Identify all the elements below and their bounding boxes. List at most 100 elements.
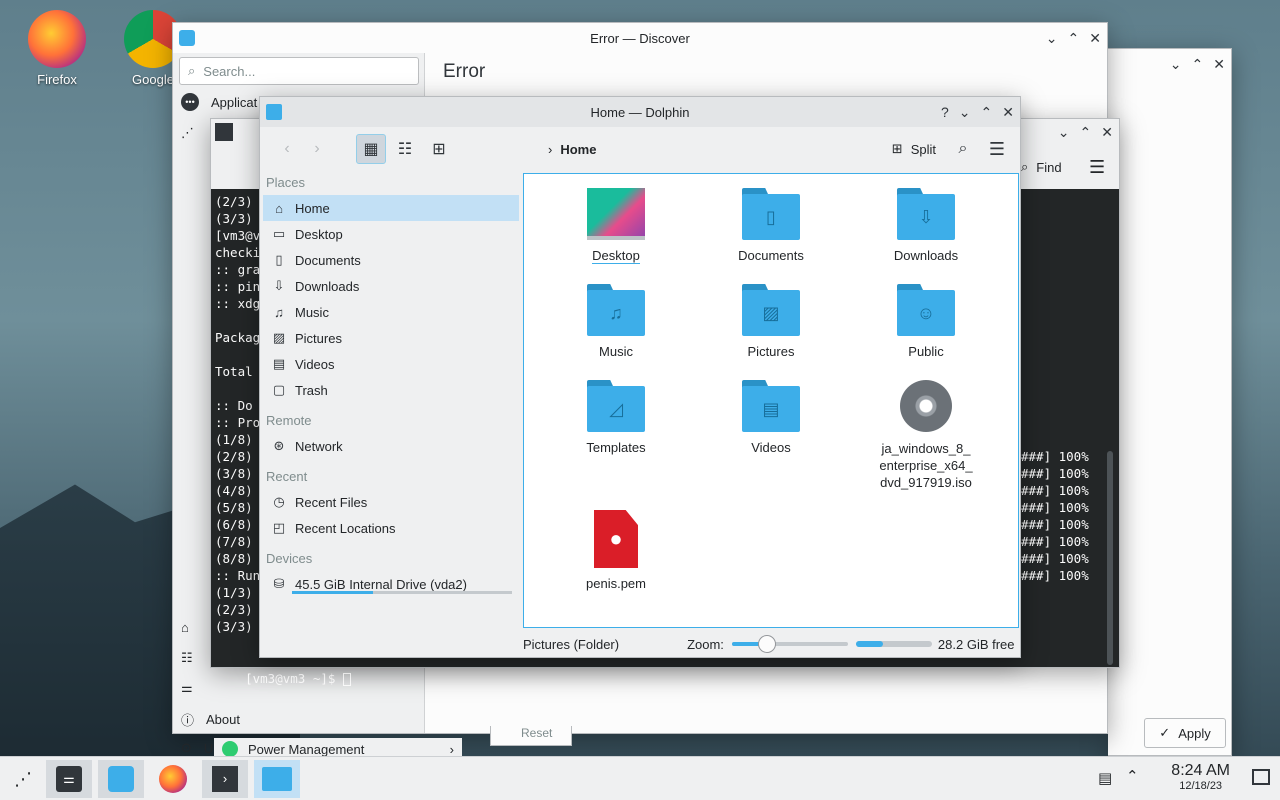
- zoom-slider-handle[interactable]: [757, 635, 776, 653]
- status-text: Pictures (Folder): [523, 636, 620, 652]
- file-item[interactable]: Desktop: [546, 188, 686, 264]
- folder-icon: [262, 767, 292, 791]
- file-item[interactable]: ♫ Music: [546, 284, 686, 359]
- trash-icon: ▢: [272, 382, 286, 397]
- file-item[interactable]: ⇩ Downloads: [856, 188, 996, 263]
- desktop-icon-label: Firefox: [37, 72, 77, 87]
- disc-image-icon: [900, 380, 952, 432]
- task-firefox[interactable]: [150, 760, 196, 798]
- place-item-desktop[interactable]: ▭ Desktop: [263, 221, 519, 247]
- file-item[interactable]: ☺ Public: [856, 284, 996, 359]
- app-launcher-button[interactable]: ⋰: [0, 760, 46, 798]
- clock[interactable]: 8:24 AM 12/18/23: [1171, 762, 1230, 792]
- close-icon[interactable]: ✕: [1101, 124, 1113, 141]
- place-item-trash[interactable]: ▢ Trash: [263, 377, 519, 403]
- sidebar-item-home[interactable]: ⌂: [181, 620, 189, 635]
- minimize-icon[interactable]: ⌄: [959, 104, 971, 121]
- task-konsole[interactable]: ›: [202, 760, 248, 798]
- split-icon: ⊞: [891, 141, 903, 156]
- file-item[interactable]: ▤ Videos: [701, 380, 841, 455]
- terminal-prompt[interactable]: [vm3@vm3 ~]$: [215, 653, 351, 704]
- close-icon[interactable]: ✕: [1089, 30, 1101, 47]
- help-icon[interactable]: ?: [941, 104, 949, 120]
- place-item-documents[interactable]: ▯ Documents: [263, 247, 519, 273]
- dolphin-window: Home — Dolphin ? ⌄ ⌃ ✕ ‹ › ▦ ☷ ⊞ › Home …: [259, 96, 1021, 658]
- place-item-downloads[interactable]: ⇩ Downloads: [263, 273, 519, 299]
- dolphin-titlebar: Home — Dolphin ? ⌄ ⌃ ✕: [260, 97, 1020, 127]
- file-item[interactable]: ● penis.pem: [546, 510, 686, 591]
- recent-locations-icon: ◰: [272, 520, 286, 535]
- terminal-line: (2/3): [215, 194, 253, 209]
- place-item-recent-locations[interactable]: ◰ Recent Locations: [263, 515, 519, 541]
- sidebar-item-applications[interactable]: ••• Applicat: [181, 93, 257, 111]
- place-item-pictures[interactable]: ▨ Pictures: [263, 325, 519, 351]
- maximize-icon[interactable]: ⌃: [1080, 124, 1092, 141]
- minimize-icon[interactable]: ⌄: [1058, 124, 1070, 141]
- terminal-line: (4/8): [215, 483, 253, 498]
- terminal-line: :: Run: [215, 568, 261, 583]
- file-item[interactable]: ▯ Documents: [701, 188, 841, 263]
- minimize-icon[interactable]: ⌄: [1170, 56, 1182, 73]
- terminal-line: Total: [215, 364, 253, 379]
- task-settings[interactable]: ⚌: [46, 760, 92, 798]
- desktop-icon-label: Google: [132, 72, 174, 87]
- place-item-recent-files[interactable]: ◷ Recent Files: [263, 489, 519, 515]
- drive-usage-bar: [292, 591, 512, 594]
- search-button[interactable]: ⌕: [948, 134, 978, 164]
- show-desktop-icon[interactable]: [1252, 769, 1270, 785]
- reset-button[interactable]: Reset: [490, 726, 572, 746]
- split-button[interactable]: ⊞ Split: [892, 141, 936, 157]
- clipboard-icon[interactable]: ▤: [1098, 769, 1112, 787]
- videos-folder-icon: ▤: [742, 380, 800, 432]
- file-item[interactable]: ja_windows_8_ enterprise_x64_ dvd_917919…: [856, 380, 996, 491]
- hamburger-menu-icon[interactable]: ☰: [1089, 157, 1105, 178]
- sliders-icon: ⚌: [181, 680, 193, 695]
- maximize-icon[interactable]: ⌃: [1192, 56, 1204, 73]
- file-item[interactable]: ◿ Templates: [546, 380, 686, 455]
- terminal-line: (1/8): [215, 432, 253, 447]
- file-item[interactable]: ▨ Pictures: [701, 284, 841, 359]
- file-view[interactable]: Desktop ▯ Documents ⇩ Downloads ♫ Music …: [523, 173, 1019, 628]
- check-icon: ✓: [1159, 725, 1171, 740]
- tray-expand-icon[interactable]: ⌃: [1126, 767, 1139, 785]
- close-icon[interactable]: ✕: [1213, 56, 1225, 73]
- minimize-icon[interactable]: ⌄: [1046, 30, 1058, 47]
- taskbar: ⋰ ⚌ › ▤ ⌃ 8:24 AM 12/18/23: [0, 756, 1280, 800]
- terminal-scrollbar[interactable]: [1107, 451, 1113, 665]
- back-button[interactable]: ‹: [272, 134, 302, 164]
- find-button[interactable]: ⌕ Find: [1021, 159, 1062, 175]
- search-input[interactable]: ⌕ Search...: [179, 57, 419, 85]
- hamburger-menu-button[interactable]: ☰: [982, 134, 1012, 164]
- window-controls: ? ⌄ ⌃ ✕: [941, 97, 1014, 127]
- terminal-line: ###] 100%: [1021, 568, 1089, 583]
- details-view-button[interactable]: ⊞: [424, 134, 454, 164]
- music-folder-icon: ♫: [587, 284, 645, 336]
- apply-button[interactable]: ✓ Apply: [1144, 718, 1226, 748]
- desktop-icon-firefox[interactable]: Firefox: [22, 10, 92, 87]
- close-icon[interactable]: ✕: [1002, 104, 1014, 121]
- forward-button[interactable]: ›: [302, 134, 332, 164]
- task-dolphin[interactable]: [254, 760, 300, 798]
- place-item-home[interactable]: ⌂ Home: [263, 195, 519, 221]
- place-item-music[interactable]: ♫ Music: [263, 299, 519, 325]
- sidebar-item-installed[interactable]: ☷: [181, 650, 193, 666]
- window-title: Error — Discover: [590, 30, 690, 46]
- zoom-slider[interactable]: [731, 635, 848, 653]
- terminal-line: (1/3): [215, 585, 253, 600]
- documents-icon: ▯: [275, 252, 283, 267]
- free-space-bar: [855, 641, 932, 647]
- terminal-line: ###] 100%: [1021, 551, 1089, 566]
- maximize-icon[interactable]: ⌃: [981, 104, 993, 121]
- compact-view-button[interactable]: ☷: [390, 134, 420, 164]
- sidebar-item-discover-icon[interactable]: ⋰: [181, 125, 194, 141]
- maximize-icon[interactable]: ⌃: [1068, 30, 1080, 47]
- place-item-network[interactable]: ⊛ Network: [263, 433, 519, 459]
- task-discover[interactable]: [98, 760, 144, 798]
- sidebar-item-settings[interactable]: ⚌: [181, 680, 193, 696]
- downloads-icon: ⇩: [273, 278, 285, 293]
- firefox-icon: [159, 765, 187, 793]
- breadcrumb[interactable]: › Home: [548, 142, 596, 157]
- place-item-videos[interactable]: ▤ Videos: [263, 351, 519, 377]
- sidebar-item-about[interactable]: ⓘ About: [181, 710, 240, 729]
- icons-view-button[interactable]: ▦: [356, 134, 386, 164]
